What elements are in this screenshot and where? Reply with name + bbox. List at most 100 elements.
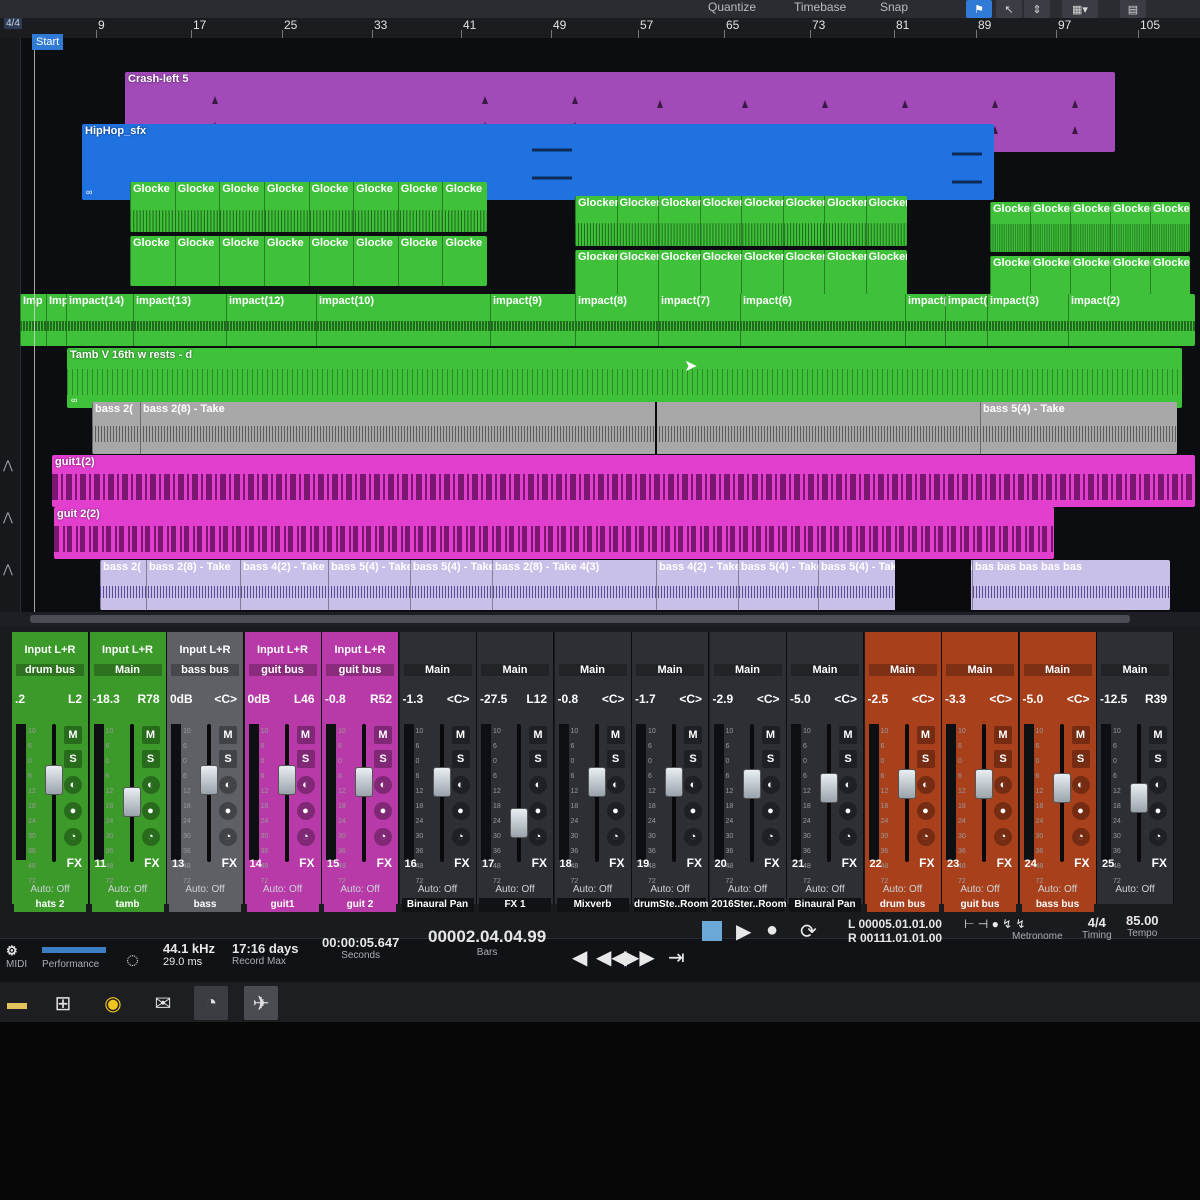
- record-arm-icon[interactable]: ◐: [916, 776, 935, 794]
- channel-name[interactable]: Binaural Pan: [789, 898, 861, 912]
- monitor-icon[interactable]: ●: [1149, 802, 1167, 820]
- output-bus-selector[interactable]: guit bus: [248, 664, 317, 676]
- knob-icon[interactable]: ◔: [64, 828, 82, 846]
- monitor-icon[interactable]: ●: [374, 802, 392, 820]
- volume-readout[interactable]: 0dB: [248, 692, 271, 706]
- channel-name[interactable]: Binaural Pan: [401, 898, 474, 912]
- record-arm-icon[interactable]: ◐: [141, 776, 160, 794]
- knob-icon[interactable]: ◔: [451, 828, 470, 846]
- solo-button[interactable]: S: [839, 750, 857, 768]
- volume-fader[interactable]: [665, 767, 683, 798]
- output-bus-selector[interactable]: Main: [93, 664, 162, 676]
- automation-mode[interactable]: Auto: Off: [167, 884, 243, 895]
- mixer-channel-strip[interactable]: Input L+R guit bus -0.8 R52 10 6 0 6 12 18 24 30 36 4…: [322, 632, 399, 912]
- snap-label[interactable]: Snap: [880, 0, 908, 14]
- clip-impact[interactable]: Imp Imp impact(14) impact(13) impact(12) impa…: [20, 294, 1195, 346]
- pan-readout[interactable]: L12: [526, 692, 547, 706]
- automation-mode[interactable]: Auto: Off: [1097, 884, 1173, 895]
- solo-button[interactable]: S: [374, 750, 392, 768]
- audio-track-icon[interactable]: ⋀: [3, 458, 13, 472]
- pan-readout[interactable]: <C>: [602, 692, 625, 706]
- channel-name[interactable]: tamb: [91, 898, 164, 912]
- channel-name[interactable]: Mixverb: [556, 898, 629, 912]
- pan-readout[interactable]: <C>: [912, 692, 935, 706]
- volume-fader[interactable]: [355, 767, 373, 798]
- input-selector[interactable]: Input L+R: [245, 644, 321, 656]
- record-arm-icon[interactable]: ◐: [761, 776, 780, 794]
- volume-fader[interactable]: [432, 767, 451, 798]
- mixer-channel-strip[interactable]: Main -5.0 <C> 10 6 0 6 12 18 24 30 36 48 72 M S ◐ ● ◔ 24 FX A…: [1019, 632, 1097, 912]
- audio-track-icon[interactable]: ⋀: [3, 562, 13, 576]
- pan-readout[interactable]: L2: [68, 692, 82, 706]
- fx-button[interactable]: FX: [919, 856, 934, 870]
- volume-fader[interactable]: [742, 769, 761, 800]
- knob-icon[interactable]: ◔: [684, 828, 702, 846]
- chrome-icon[interactable]: ◉: [96, 986, 130, 1020]
- mixer-channel-strip[interactable]: Main -1.7 <C> 10 6 0 6 12 18 24 30 36 48 72 M S ◐ ● ◔ 19 FX A…: [632, 632, 709, 912]
- clip-glock[interactable]: Glocke Glocke Glocke Glocke Glocke Glocke Gloc…: [130, 182, 487, 232]
- volume-fader[interactable]: [897, 769, 916, 800]
- record-arm-icon[interactable]: ◐: [606, 776, 625, 794]
- solo-button[interactable]: S: [1071, 750, 1090, 768]
- mute-button[interactable]: M: [64, 726, 82, 744]
- monitor-icon[interactable]: ●: [296, 802, 315, 820]
- mute-button[interactable]: M: [916, 726, 935, 744]
- automation-mode[interactable]: Auto: Off: [245, 884, 321, 895]
- mail-icon[interactable]: ✉: [146, 986, 180, 1020]
- tempo-display[interactable]: 85.00 Tempo: [1126, 913, 1159, 939]
- record-arm-icon[interactable]: ◐: [219, 776, 237, 794]
- knob-icon[interactable]: ◔: [296, 828, 315, 846]
- volume-fader[interactable]: [45, 765, 63, 796]
- mute-button[interactable]: M: [451, 726, 470, 744]
- monitor-icon[interactable]: ●: [219, 802, 237, 820]
- pan-readout[interactable]: <C>: [214, 692, 237, 706]
- volume-readout[interactable]: -0.8: [558, 692, 579, 706]
- knob-icon[interactable]: ◔: [606, 828, 625, 846]
- record-arm-icon[interactable]: ◐: [64, 776, 82, 794]
- mute-button[interactable]: M: [374, 726, 392, 744]
- record-arm-icon[interactable]: ◐: [296, 776, 315, 794]
- record-icon[interactable]: ●: [766, 919, 778, 942]
- mute-button[interactable]: M: [606, 726, 625, 744]
- record-arm-icon[interactable]: ◐: [1071, 776, 1090, 794]
- midi-monitor[interactable]: ⚙ MIDI: [6, 943, 27, 970]
- automation-mode[interactable]: Auto: Off: [710, 884, 786, 895]
- performance-meter[interactable]: Performance: [42, 943, 106, 970]
- solo-button[interactable]: S: [64, 750, 82, 768]
- knob-icon[interactable]: ◔: [219, 828, 237, 846]
- pan-readout[interactable]: <C>: [679, 692, 702, 706]
- volume-readout[interactable]: -12.5: [1100, 692, 1127, 706]
- fader-track[interactable]: [517, 724, 521, 862]
- mute-button[interactable]: M: [1071, 726, 1090, 744]
- fx-button[interactable]: FX: [222, 856, 237, 870]
- mute-button[interactable]: M: [141, 726, 160, 744]
- monitor-icon[interactable]: ●: [1071, 802, 1090, 820]
- rewind-icon[interactable]: ◀◀: [596, 945, 627, 970]
- volume-fader[interactable]: [277, 765, 296, 796]
- fx-button[interactable]: FX: [687, 856, 702, 870]
- monitor-icon[interactable]: ●: [529, 802, 547, 820]
- solo-button[interactable]: S: [219, 750, 237, 768]
- channel-name[interactable]: bass: [169, 898, 241, 912]
- mute-button[interactable]: M: [684, 726, 702, 744]
- solo-button[interactable]: S: [451, 750, 470, 768]
- pan-readout[interactable]: L46: [294, 692, 315, 706]
- fx-button[interactable]: FX: [299, 856, 314, 870]
- output-bus-selector[interactable]: Main: [558, 664, 627, 676]
- mute-button[interactable]: M: [529, 726, 547, 744]
- monitor-icon[interactable]: ●: [64, 802, 82, 820]
- automation-mode[interactable]: Auto: Off: [400, 884, 476, 895]
- knob-icon[interactable]: ◔: [839, 828, 857, 846]
- volume-fader[interactable]: [122, 786, 141, 817]
- stop-icon[interactable]: [702, 921, 722, 941]
- volume-readout[interactable]: -5.0: [790, 692, 811, 706]
- audio-track-icon[interactable]: ⋀: [3, 510, 13, 524]
- input-selector[interactable]: Input L+R: [322, 644, 398, 656]
- automation-mode[interactable]: Auto: Off: [322, 884, 398, 895]
- start-marker[interactable]: Start: [32, 34, 64, 50]
- channel-name[interactable]: guit bus: [944, 898, 1016, 912]
- clip-bass-lower[interactable]: bass 2(bass 2(8) - Take bass 4(2) - Take b…: [100, 560, 1170, 610]
- automation-mode[interactable]: Auto: Off: [787, 884, 863, 895]
- mixer-channel-strip[interactable]: Main -2.5 <C> 10 6 0 6 12 18 24 30 36 48 72 M S ◐ ● ◔ 22 FX A…: [864, 632, 942, 912]
- automation-mode[interactable]: Auto: Off: [865, 884, 941, 895]
